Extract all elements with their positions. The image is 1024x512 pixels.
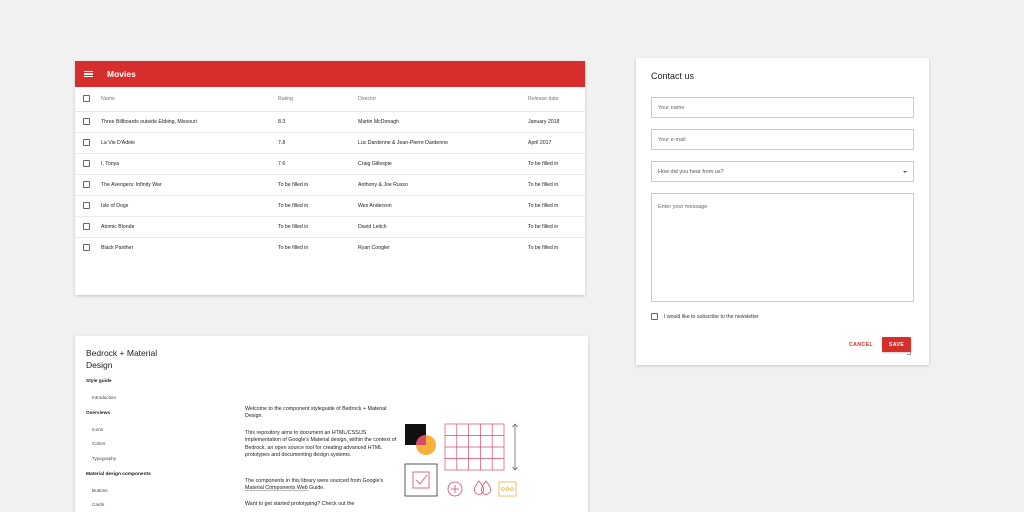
grid-icon (444, 423, 505, 471)
cell-rating: To be filled in (278, 174, 358, 196)
source-select[interactable]: How did you hear from us? (651, 161, 914, 182)
cell-name: La Vie D'Adele (101, 132, 278, 154)
cell-rating: 7.8 (278, 132, 358, 154)
dropdown-arrow-icon (903, 170, 907, 173)
table-row[interactable]: Isle of Dogs To be filled in Wes Anderso… (75, 195, 585, 217)
add-circle-icon (447, 481, 463, 497)
cell-release-date: April 2017 (528, 132, 585, 154)
table-row[interactable]: Black Panther To be filled in Ryan Coogl… (75, 237, 585, 258)
row-checkbox[interactable] (83, 223, 90, 230)
column-header-name[interactable]: Name (101, 87, 278, 112)
cell-name: The Avengers: Infinity War (101, 174, 278, 196)
cell-name: Atomic Blonde (101, 216, 278, 238)
intro-paragraph: Welcome to the component styleguide of B… (245, 406, 387, 420)
table-row[interactable]: The Avengers: Infinity War To be filled … (75, 174, 585, 196)
cell-director: Craig Gillespie (358, 153, 528, 175)
cell-release-date: To be filled in (528, 153, 585, 175)
cell-name: Black Panther (101, 244, 134, 251)
material-illustration (404, 423, 518, 497)
column-header-release-date[interactable]: Release date (528, 87, 585, 112)
cell-release-date: To be filled in (528, 244, 559, 251)
styleguide-title: Bedrock + Material Design (86, 348, 158, 370)
menu-icon[interactable] (84, 70, 93, 78)
table-row[interactable]: Atomic Blonde To be filled in David Leit… (75, 216, 585, 238)
cell-release-date: To be filled in (528, 195, 585, 217)
table-row[interactable]: Three Billboards outside Ebbing, Missour… (75, 111, 585, 133)
cell-director: Anthony & Joe Russo (358, 174, 528, 196)
cell-name: Isle of Dogs (101, 195, 278, 217)
select-all-checkbox[interactable] (83, 95, 90, 103)
cell-name: Three Billboards outside Ebbing, Missour… (101, 111, 278, 133)
nav-heading-overviews[interactable]: Overviews (86, 411, 110, 416)
nav-item-cards[interactable]: Cards (92, 502, 104, 507)
table-row[interactable]: I, Tonya 7.6 Craig Gillespie To be fille… (75, 153, 585, 175)
cancel-button[interactable]: CANCEL (844, 337, 878, 352)
row-checkbox[interactable] (83, 181, 90, 188)
source-paragraph: The components in this library were sour… (245, 478, 397, 493)
table-row[interactable]: La Vie D'Adele 7.8 Luc Dardenne & Jean-P… (75, 132, 585, 154)
cell-release-date: To be filled in (528, 216, 585, 238)
cell-director: Luc Dardenne & Jean-Pierre Dardenne (358, 132, 528, 154)
styleguide-card: Bedrock + Material Design Style guide In… (75, 336, 588, 512)
prototyping-paragraph: Want to get started prototyping? Check o… (245, 501, 355, 507)
cell-director: Wes Anderson (358, 195, 528, 217)
cell-rating: 7.6 (278, 153, 358, 175)
movies-card: Movies Name Rating Director Release date… (75, 61, 585, 295)
mcw-link[interactable]: Material Components Web (245, 485, 308, 491)
cell-name: I, Tonya (101, 153, 278, 175)
cell-rating: 8.3 (278, 111, 358, 133)
shapes-icon (405, 424, 436, 455)
row-checkbox[interactable] (83, 118, 90, 125)
nav-item-introduction[interactable]: Introduction (92, 395, 116, 400)
cell-release-date: January 2018 (528, 111, 585, 133)
nav-item-buttons[interactable]: Buttons (92, 488, 108, 493)
source-text: The components in this library were sour… (245, 478, 384, 484)
contact-card: Contact us How did you hear from us? I w… (636, 58, 929, 365)
drops-icon (474, 480, 491, 495)
newsletter-checkbox[interactable] (651, 313, 658, 320)
movies-table: Name Rating Director Release date Three … (75, 87, 585, 258)
source-text-suffix: Guide. (307, 485, 325, 492)
nav-heading-style-guide[interactable]: Style guide (86, 379, 112, 384)
column-header-director[interactable]: Director (358, 87, 528, 112)
column-header-rating[interactable]: Rating (278, 87, 358, 112)
nav-item-icons[interactable]: Icons (92, 427, 103, 432)
email-field[interactable] (651, 129, 914, 150)
checkbox-icon (404, 463, 438, 497)
nav-heading-material-components[interactable]: Material design components (86, 472, 151, 477)
cell-director: David Leitch (358, 216, 528, 238)
cell-release-date: To be filled in (528, 174, 585, 196)
nav-item-typography[interactable]: Typography (92, 456, 116, 461)
nav-item-colors[interactable]: Colors (92, 441, 105, 446)
row-checkbox[interactable] (83, 244, 90, 252)
movies-title: Movies (107, 69, 136, 79)
movies-toolbar: Movies (75, 61, 585, 87)
contact-title: Contact us (651, 71, 695, 81)
cell-rating: To be filled in (278, 216, 358, 238)
table-header-row: Name Rating Director Release date (75, 87, 585, 112)
save-button[interactable]: SAVE (882, 337, 911, 352)
cell-rating: To be filled in (278, 244, 309, 251)
newsletter-option[interactable]: I would like to subscribe to the newslet… (651, 313, 759, 320)
description-paragraph: This repository aims to document an HTML… (245, 430, 397, 458)
row-checkbox[interactable] (83, 160, 90, 167)
cell-director: Martin McDonagh (358, 111, 528, 133)
cell-rating: To be filled in (278, 195, 358, 217)
message-field[interactable] (651, 193, 914, 302)
newsletter-label: I would like to subscribe to the newslet… (664, 313, 759, 320)
row-checkbox[interactable] (83, 202, 90, 209)
more-horizontal-icon (498, 481, 517, 497)
source-select-value: How did you hear from us? (658, 168, 724, 175)
name-field[interactable] (651, 97, 914, 118)
row-checkbox[interactable] (83, 139, 90, 146)
vertical-arrow-icon (512, 423, 518, 471)
cell-director: Ryan Coogler (358, 244, 390, 251)
